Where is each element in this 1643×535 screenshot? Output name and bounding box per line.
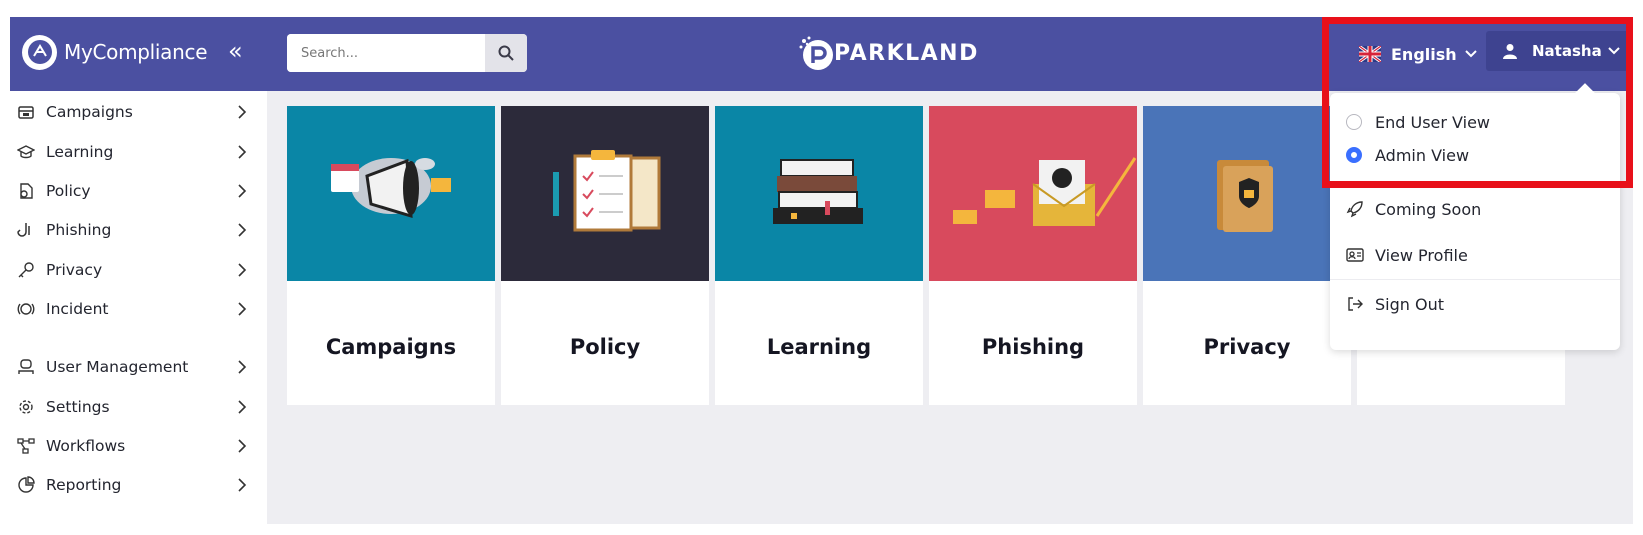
admin-view-option[interactable]: Admin View <box>1346 141 1469 169</box>
chevron-down-icon <box>1607 47 1620 55</box>
chevron-down-icon <box>1464 50 1477 58</box>
sidebar-item-reporting[interactable]: Reporting <box>10 467 267 503</box>
incident-icon <box>17 303 35 315</box>
search-button[interactable] <box>485 34 527 72</box>
sidebar-item-learning[interactable]: Learning <box>10 134 267 170</box>
collapse-sidebar-icon[interactable]: « <box>228 39 243 63</box>
mycompliance-logo-icon <box>22 34 57 70</box>
sidebar-item-campaigns[interactable]: Campaigns <box>10 94 267 130</box>
user-menu-button[interactable]: Natasha <box>1486 31 1630 71</box>
books-illustration <box>715 106 923 281</box>
card-phishing[interactable]: Phishing <box>929 106 1137 405</box>
search-icon <box>498 45 514 61</box>
users-icon <box>18 359 34 374</box>
parkland-logo-icon <box>799 36 833 70</box>
top-bar: MyCompliance « PARKLAND <box>10 17 1633 91</box>
sign-out-label: Sign Out <box>1375 294 1444 314</box>
sidebar-item-label: Learning <box>46 143 114 161</box>
clipboard-illustration <box>501 106 709 281</box>
graduation-cap-icon <box>17 145 35 159</box>
app-frame: MyCompliance « PARKLAND <box>10 17 1633 524</box>
sidebar-item-label: Workflows <box>46 437 126 455</box>
gear-icon <box>19 400 33 414</box>
company-logo: PARKLAND <box>796 30 979 76</box>
campaigns-icon <box>18 106 34 119</box>
id-card-icon <box>1346 248 1364 262</box>
language-selector[interactable]: English <box>1359 39 1477 69</box>
workflow-icon <box>17 438 35 454</box>
sidebar-item-user-management[interactable]: User Management <box>10 349 267 385</box>
rocket-icon <box>1346 201 1363 218</box>
language-label: English <box>1391 44 1457 64</box>
chevron-right-icon <box>238 439 247 453</box>
sidebar-item-workflows[interactable]: Workflows <box>10 428 267 464</box>
search-box <box>287 34 527 72</box>
chevron-right-icon <box>238 223 247 237</box>
sign-out-icon <box>1348 297 1363 311</box>
sidebar-item-label: Campaigns <box>46 103 133 121</box>
card-title: Learning <box>766 335 872 359</box>
sidebar-item-privacy[interactable]: Privacy <box>10 252 267 288</box>
sidebar-item-settings[interactable]: Settings <box>10 389 267 425</box>
end-user-view-option[interactable]: End User View <box>1346 108 1490 136</box>
chevron-right-icon <box>238 145 247 159</box>
folder-shield-illustration <box>1143 106 1351 281</box>
end-user-view-radio[interactable] <box>1346 114 1362 130</box>
coming-soon-item[interactable]: Coming Soon <box>1346 195 1481 223</box>
app-name: MyCompliance <box>64 40 208 64</box>
chevron-right-icon <box>238 184 247 198</box>
search-input[interactable] <box>287 34 485 72</box>
sidebar-item-label: Reporting <box>46 476 122 494</box>
chart-icon <box>18 476 35 493</box>
sidebar-item-label: Incident <box>46 300 109 318</box>
chevron-right-icon <box>238 400 247 414</box>
divider <box>1330 279 1620 280</box>
envelope-skull-illustration <box>929 106 1137 281</box>
policy-icon <box>20 183 33 199</box>
sidebar-item-label: User Management <box>46 358 189 376</box>
sidebar-item-incident[interactable]: Incident <box>10 291 267 327</box>
chevron-right-icon <box>238 302 247 316</box>
sign-out-item[interactable]: Sign Out <box>1346 290 1444 318</box>
card-title: Campaigns <box>325 335 457 359</box>
phishing-hook-icon <box>17 223 30 237</box>
card-policy[interactable]: Policy <box>501 106 709 405</box>
view-profile-item[interactable]: View Profile <box>1346 241 1468 269</box>
end-user-view-label: End User View <box>1375 112 1491 132</box>
coming-soon-label: Coming Soon <box>1375 199 1482 219</box>
uk-flag-icon <box>1359 46 1381 62</box>
card-privacy[interactable]: Privacy <box>1143 106 1351 405</box>
chevron-right-icon <box>238 263 247 277</box>
company-name: PARKLAND <box>834 40 979 66</box>
admin-view-radio[interactable] <box>1346 147 1362 163</box>
user-icon <box>1503 44 1517 59</box>
megaphone-illustration <box>287 106 495 281</box>
sidebar-item-label: Policy <box>46 182 91 200</box>
admin-view-label: Admin View <box>1375 145 1470 165</box>
divider <box>1330 182 1620 183</box>
user-dropdown-menu: End User View Admin View Coming Soon Vie… <box>1330 83 1620 350</box>
card-title: Phishing <box>981 335 1085 359</box>
user-name: Natasha <box>1532 42 1602 60</box>
sidebar-item-label: Settings <box>46 398 110 416</box>
sidebar-item-label: Phishing <box>46 221 112 239</box>
card-title: Policy <box>569 335 641 359</box>
sidebar-item-phishing[interactable]: Phishing <box>10 212 267 248</box>
card-learning[interactable]: Learning <box>715 106 923 405</box>
view-profile-label: View Profile <box>1375 245 1468 265</box>
sidebar-item-label: Privacy <box>46 261 103 279</box>
sidebar-item-policy[interactable]: Policy <box>10 173 267 209</box>
brand[interactable]: MyCompliance <box>22 32 208 72</box>
card-campaigns[interactable]: Campaigns <box>287 106 495 405</box>
sidebar: Campaigns Learning Policy Phishing Priva… <box>10 91 267 524</box>
chevron-right-icon <box>238 478 247 492</box>
key-icon <box>18 262 34 278</box>
card-title: Privacy <box>1203 335 1291 359</box>
chevron-right-icon <box>238 360 247 374</box>
chevron-right-icon <box>238 105 247 119</box>
